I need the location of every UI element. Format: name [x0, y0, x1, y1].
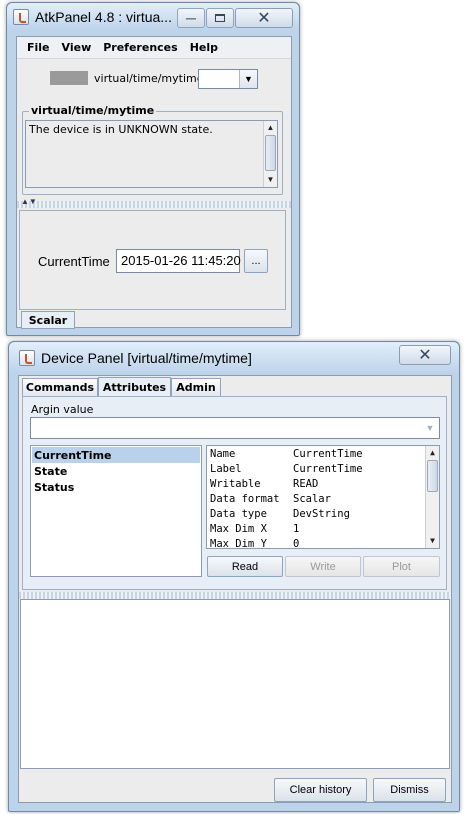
list-item-currenttime[interactable]: CurrentTime: [32, 447, 200, 463]
device-panel-client: Commands Attributes Admin Argin value ▼ …: [18, 375, 452, 803]
write-button[interactable]: Write: [285, 556, 361, 577]
property-key: Max Dim Y: [210, 538, 267, 549]
state-combo[interactable]: ▼: [198, 69, 258, 89]
status-textarea[interactable]: The device is in UNKNOWN state.: [25, 120, 278, 188]
device-panel-title: Device Panel [virtual/time/mytime]: [41, 350, 252, 366]
attribute-value-field[interactable]: 2015-01-26 11:45:20: [116, 249, 241, 273]
property-row: Label CurrentTime: [210, 463, 363, 478]
atkpanel-titlebar[interactable]: AtkPanel 4.8 : virtua... ─ ✕: [7, 3, 299, 31]
chevron-down-icon[interactable]: ▼: [421, 418, 439, 438]
property-key: Label: [210, 463, 242, 475]
tab-attributes[interactable]: Attributes: [98, 377, 171, 397]
close-button[interactable]: ✕: [235, 8, 293, 28]
close-icon: ✕: [418, 347, 432, 364]
clear-history-button[interactable]: Clear history: [274, 778, 367, 802]
property-row: Data type DevString: [210, 508, 350, 523]
history-area[interactable]: [20, 599, 450, 769]
property-row: Max Dim X 1: [210, 523, 299, 538]
menu-help[interactable]: Help: [184, 41, 224, 54]
read-button[interactable]: Read: [207, 556, 283, 577]
close-icon: ✕: [257, 10, 271, 27]
splitter[interactable]: [17, 201, 291, 208]
status-text: The device is in UNKNOWN state.: [29, 123, 213, 136]
attribute-list[interactable]: CurrentTime State Status: [30, 445, 202, 577]
splitter[interactable]: [19, 592, 451, 599]
property-row: Max Dim Y 0: [210, 538, 300, 549]
java-cup-icon: [19, 350, 35, 366]
menu-view[interactable]: View: [56, 41, 98, 54]
tab-commands[interactable]: Commands: [22, 378, 98, 396]
minimize-button[interactable]: ─: [177, 8, 205, 28]
argin-label: Argin value: [31, 403, 94, 416]
attribute-label: CurrentTime: [38, 254, 110, 269]
chevron-down-icon: ▼: [239, 70, 257, 88]
property-row: Data format Scalar: [210, 493, 331, 508]
scroll-thumb[interactable]: [427, 460, 438, 492]
property-row: Writable READ: [210, 478, 318, 493]
attribute-properties: Name CurrentTime Label CurrentTime Writabl…: [206, 445, 440, 549]
atkpanel-window: AtkPanel 4.8 : virtua... ─ ✕ File View P…: [6, 2, 300, 336]
property-value: Scalar: [293, 493, 331, 505]
property-row: Name CurrentTime: [210, 448, 363, 463]
status-scrollbar[interactable]: ▲ ▼: [263, 121, 277, 187]
device-panel-titlebar[interactable]: Device Panel [virtual/time/mytime] ✕: [9, 342, 459, 374]
state-indicator: [50, 71, 88, 85]
menu-file[interactable]: File: [21, 41, 56, 54]
splitter-arrows-icon[interactable]: ▲▼: [21, 197, 37, 206]
close-button[interactable]: ✕: [399, 345, 451, 365]
property-value: 1: [293, 523, 300, 535]
tab-scalar[interactable]: Scalar: [21, 311, 75, 329]
minimize-icon: ─: [186, 10, 196, 26]
atkpanel-title: AtkPanel 4.8 : virtua...: [35, 9, 172, 25]
device-name-label: virtual/time/mytime: [94, 72, 204, 85]
menu-bar: File View Preferences Help: [17, 37, 291, 59]
java-cup-icon: [13, 9, 29, 25]
scroll-down-icon[interactable]: ▼: [426, 534, 439, 547]
argin-input[interactable]: ▼: [30, 417, 440, 439]
property-key: Max Dim X: [210, 523, 267, 535]
device-panel-window: Device Panel [virtual/time/mytime] ✕ Com…: [8, 341, 460, 812]
ellipsis-button[interactable]: ...: [244, 249, 268, 273]
maximize-icon: [215, 14, 225, 22]
dismiss-button[interactable]: Dismiss: [373, 778, 446, 802]
maximize-button[interactable]: [206, 8, 234, 28]
scroll-thumb[interactable]: [265, 135, 276, 171]
property-value: READ: [293, 478, 319, 490]
plot-button[interactable]: Plot: [363, 556, 440, 577]
scalar-panel: CurrentTime 2015-01-26 11:45:20 ...: [19, 210, 286, 310]
properties-scrollbar[interactable]: ▲ ▼: [425, 446, 439, 548]
menu-preferences[interactable]: Preferences: [97, 41, 183, 54]
tab-admin[interactable]: Admin: [171, 378, 221, 396]
property-key: Data type: [210, 508, 267, 520]
list-item-status[interactable]: Status: [32, 479, 200, 495]
scroll-down-icon[interactable]: ▼: [264, 173, 277, 186]
property-value: CurrentTime: [293, 448, 363, 460]
property-value: 0: [293, 538, 300, 549]
scroll-up-icon[interactable]: ▲: [426, 446, 439, 459]
list-item-state[interactable]: State: [32, 463, 200, 479]
property-value: CurrentTime: [293, 463, 363, 475]
property-key: Data format: [210, 493, 280, 505]
attributes-panel: Argin value ▼ CurrentTime State Status N…: [22, 396, 447, 590]
status-group-title: virtual/time/mytime: [29, 104, 157, 117]
property-value: DevString: [293, 508, 350, 520]
scroll-up-icon[interactable]: ▲: [264, 121, 277, 134]
atkpanel-client: File View Preferences Help virtual/time/…: [16, 36, 292, 329]
property-key: Writable: [210, 478, 261, 490]
property-key: Name: [210, 448, 236, 460]
